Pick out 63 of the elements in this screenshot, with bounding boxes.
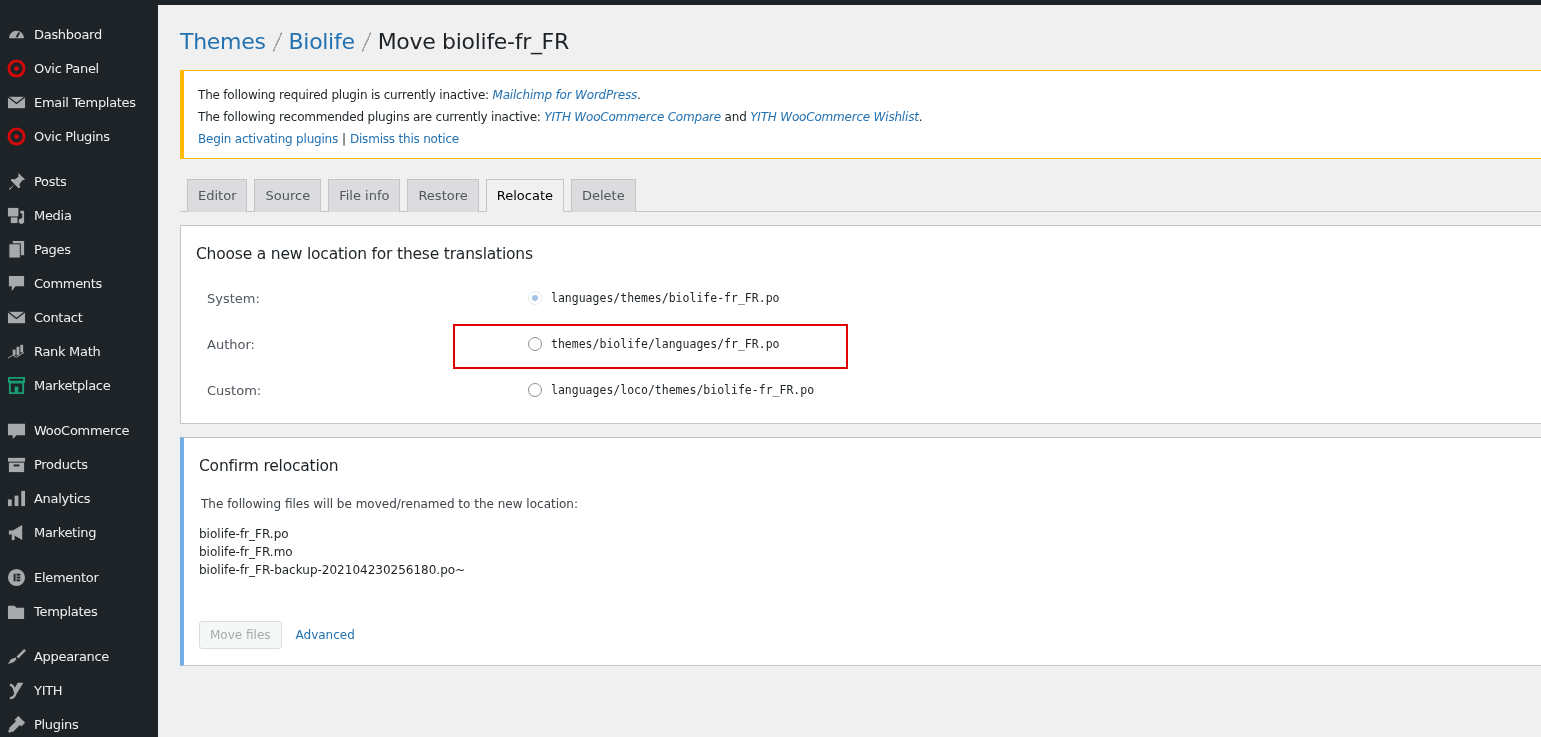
option-label: System: xyxy=(206,290,261,306)
target-icon xyxy=(7,126,26,146)
advanced-link[interactable]: Advanced xyxy=(295,628,355,642)
breadcrumb-link[interactable]: Biolife xyxy=(288,29,355,54)
bar-chart-icon xyxy=(7,488,26,508)
notice-action-link[interactable]: Begin activating plugins xyxy=(198,132,339,146)
plugin-link[interactable]: YITH WooCommerce Compare xyxy=(544,110,721,124)
sidebar-item[interactable]: Marketing xyxy=(0,515,158,549)
paintbrush-icon xyxy=(7,646,26,666)
sidebar-item[interactable]: Email Templates xyxy=(0,85,158,119)
plug-icon xyxy=(7,714,26,734)
sidebar-item[interactable]: Products xyxy=(0,447,158,481)
notice-action-link[interactable]: Dismiss this notice xyxy=(349,132,459,146)
radio-button[interactable] xyxy=(528,383,542,397)
radio-button[interactable] xyxy=(528,337,542,351)
sidebar-item[interactable]: YITH xyxy=(0,673,158,707)
tab[interactable]: Restore xyxy=(407,179,479,212)
sidebar-item[interactable]: Analytics xyxy=(0,481,158,515)
page-title: Move biolife-fr_FR xyxy=(377,29,569,54)
sidebar-item[interactable]: Ovic Panel xyxy=(0,51,158,85)
breadcrumb-link[interactable]: Themes xyxy=(180,29,266,54)
file-path: languages/themes/biolife-fr_FR.po xyxy=(551,291,780,305)
sidebar-item[interactable]: Dashboard xyxy=(0,17,158,51)
sidebar-item[interactable]: Media xyxy=(0,198,158,232)
sidebar-item[interactable]: Posts xyxy=(0,164,158,198)
file-name: biolife-fr_FR.po xyxy=(199,526,290,543)
option-label: Custom: xyxy=(206,382,263,398)
speech-bubble-icon xyxy=(7,273,26,293)
sidebar-item[interactable]: Pages xyxy=(0,232,158,266)
tab[interactable]: File info xyxy=(328,179,401,212)
panel-heading: Choose a new location for these translations xyxy=(196,245,534,263)
file-name: biolife-fr_FR-backup-202104230256180.po~ xyxy=(199,562,467,579)
description-text: The following files will be moved/renamed to the new location: xyxy=(201,497,579,511)
file-path: themes/biolife/languages/fr_FR.po xyxy=(551,337,780,351)
sidebar-item[interactable]: Ovic Plugins xyxy=(0,119,158,153)
sidebar-item[interactable]: Marketplace xyxy=(0,368,158,402)
sidebar-item[interactable]: Comments xyxy=(0,266,158,300)
sidebar-item[interactable]: WooCommerce xyxy=(0,413,158,447)
tab[interactable]: Source xyxy=(254,179,322,212)
file-path: languages/loco/themes/biolife-fr_FR.po xyxy=(551,383,815,397)
sidebar-item[interactable]: Elementor xyxy=(0,560,158,594)
sidebar-item[interactable]: Plugins xyxy=(0,707,158,737)
separator-text: | xyxy=(342,132,346,146)
tab[interactable]: Editor xyxy=(187,179,248,212)
media-icon xyxy=(7,205,26,225)
letter-icon xyxy=(7,680,26,700)
pages-icon xyxy=(7,239,26,259)
sidebar-item[interactable]: Rank Math xyxy=(0,334,158,368)
tab[interactable]: Delete xyxy=(571,179,636,212)
sidebar-item[interactable]: Contact xyxy=(0,300,158,334)
pin-icon xyxy=(7,171,26,191)
notice-text: The following required plugin is currently inactive: Mailchimp for WordPress. xyxy=(198,88,642,102)
sidebar-item[interactable]: Appearance xyxy=(0,639,158,673)
storefront-icon xyxy=(7,375,26,395)
plugin-link[interactable]: YITH WooCommerce Wishlist xyxy=(750,110,919,124)
sidebar-item[interactable]: Templates xyxy=(0,594,158,628)
circle-icon xyxy=(7,567,26,587)
panel-heading: Confirm relocation xyxy=(199,457,340,475)
target-icon xyxy=(7,58,26,78)
notice-text: The following recommended plugins are currently inactive: YITH WooCommerce Compare and YITH WooCommerce Wishlist. xyxy=(198,110,924,124)
file-name: biolife-fr_FR.mo xyxy=(199,544,294,561)
tab[interactable]: Relocate xyxy=(485,179,564,212)
option-label: Author: xyxy=(206,336,256,352)
